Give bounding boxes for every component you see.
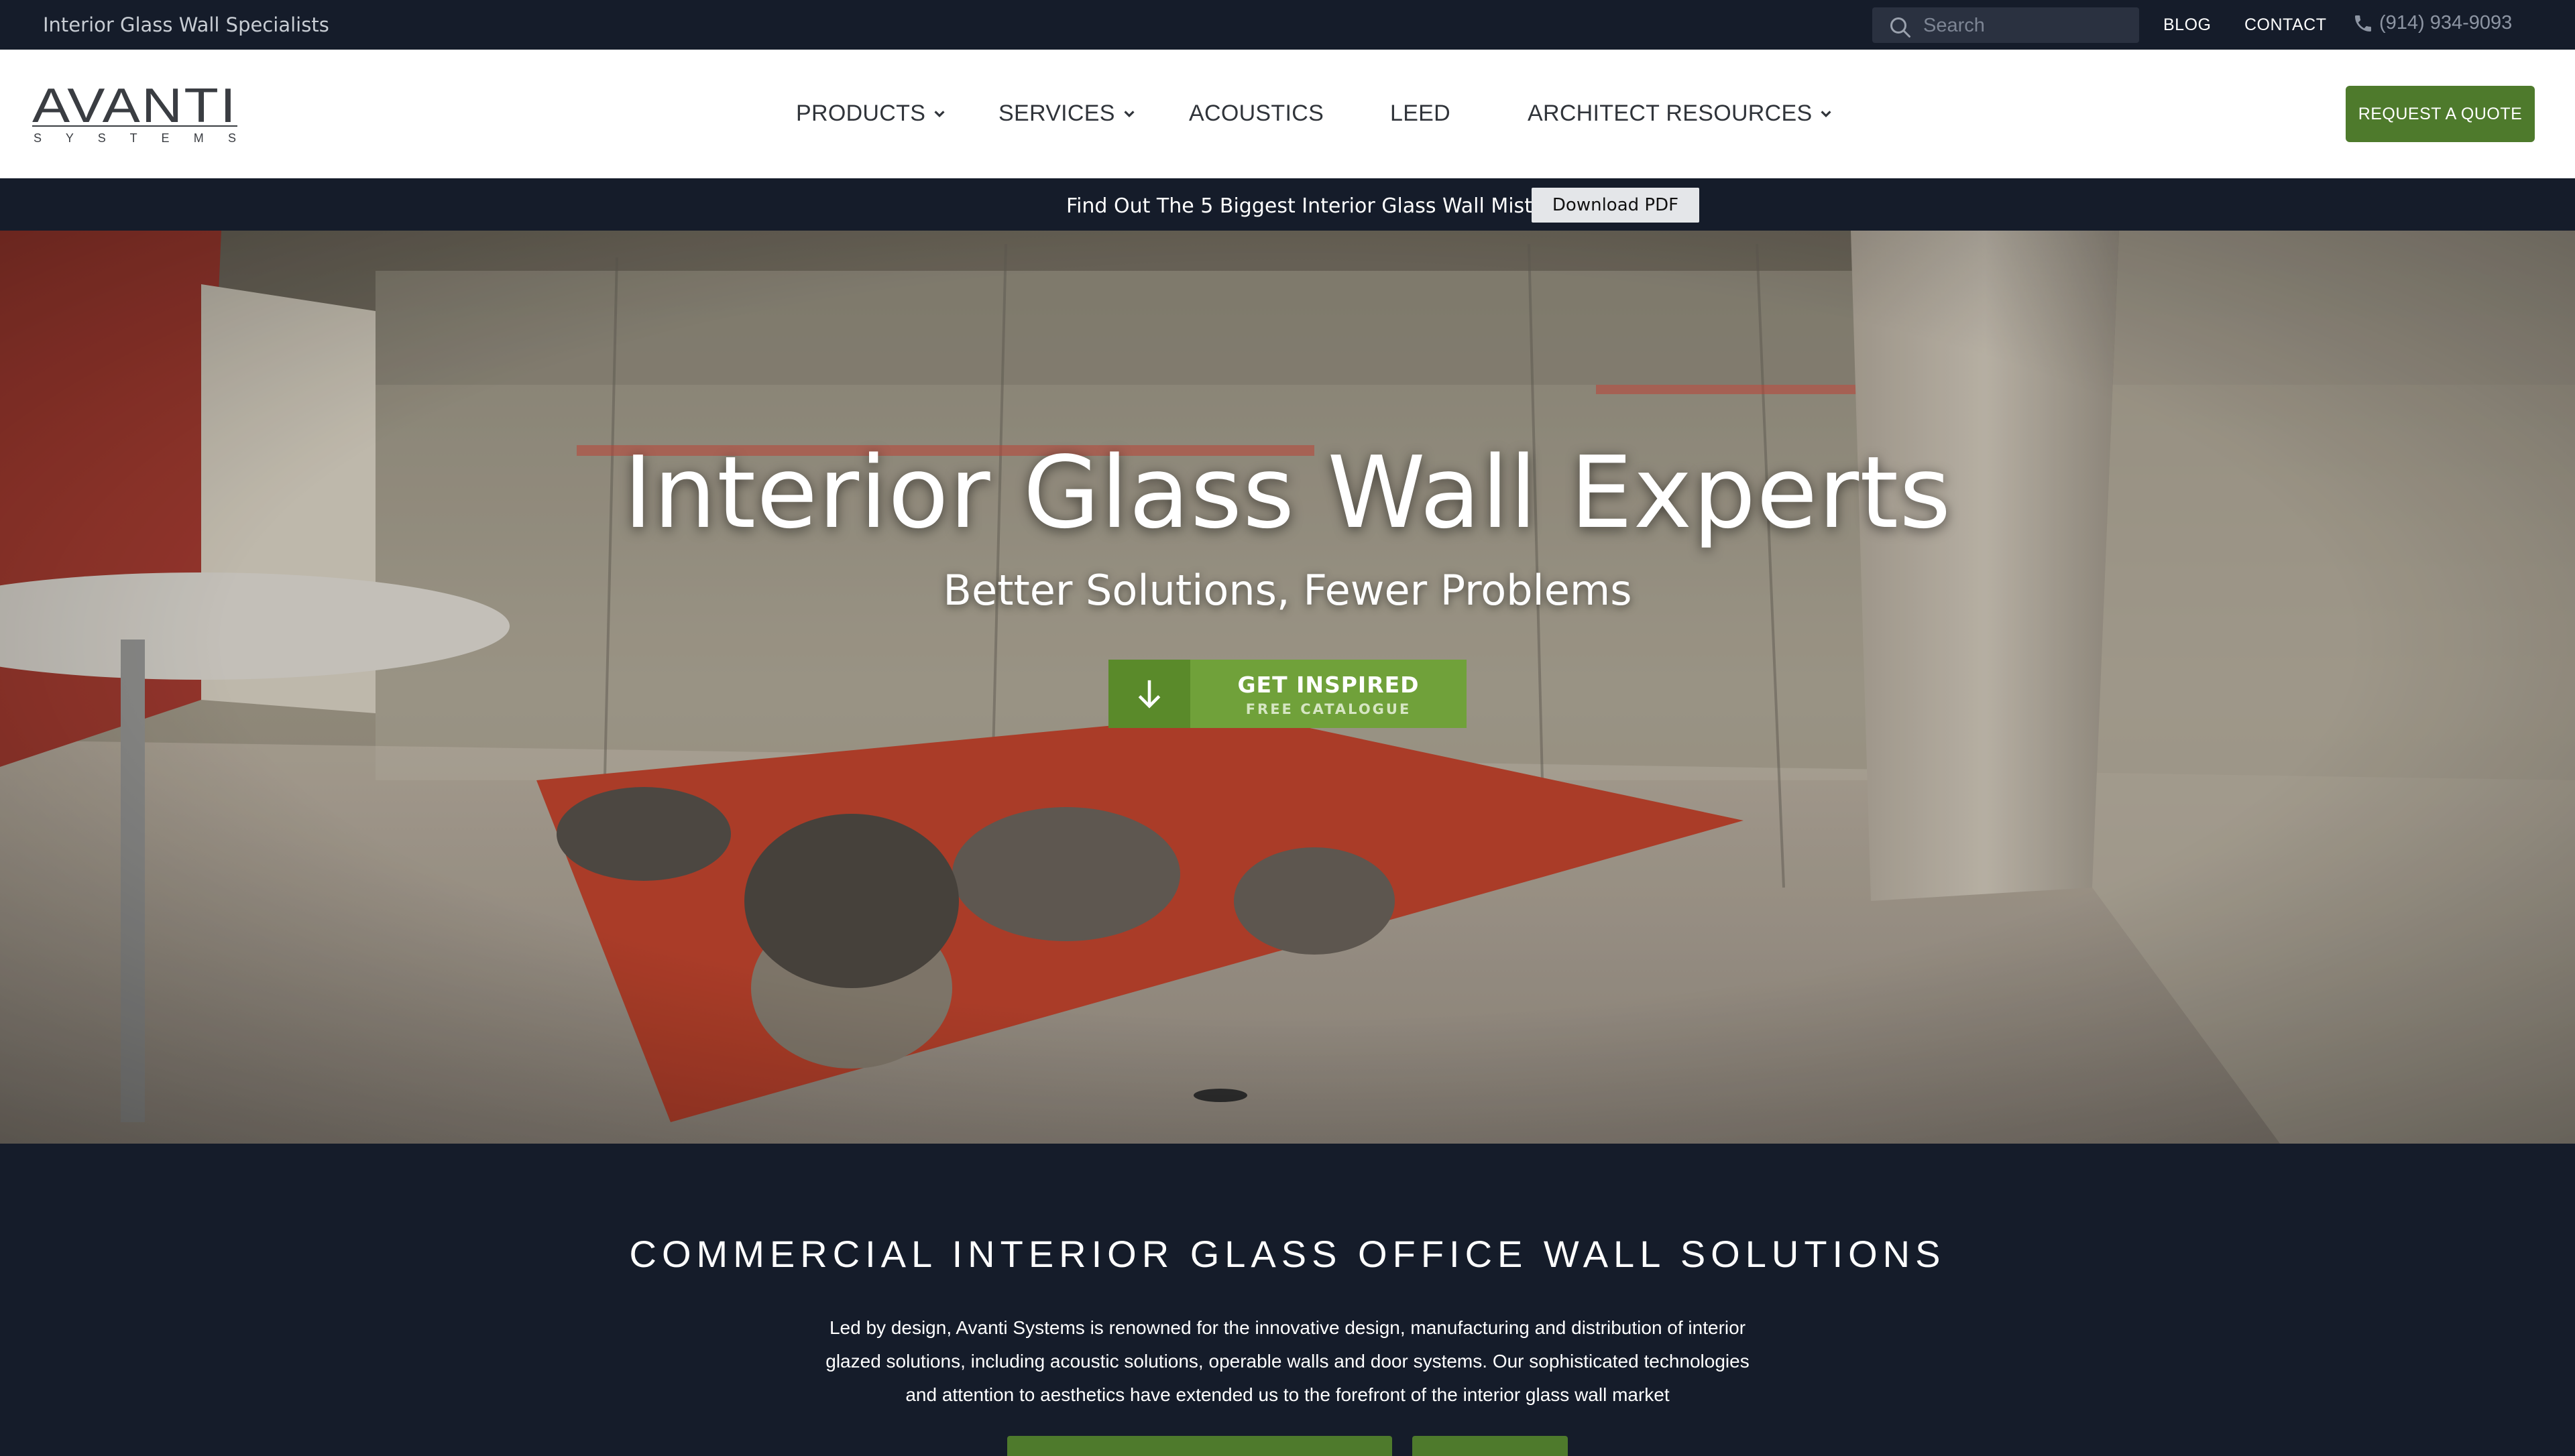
site-tagline: Interior Glass Wall Specialists — [43, 13, 329, 36]
search-input[interactable] — [1923, 13, 2124, 38]
nav-services[interactable]: SERVICES — [998, 101, 1137, 127]
get-inspired-button[interactable]: GET INSPIRED FREE CATALOGUE — [1108, 660, 1467, 728]
nav-architect-resources[interactable]: ARCHITECT RESOURCES — [1528, 101, 1833, 127]
download-pdf-button[interactable]: Download PDF — [1532, 188, 1699, 223]
solutions-button-3[interactable] — [1412, 1436, 1568, 1456]
nav-products[interactable]: PRODUCTS — [796, 101, 947, 127]
request-quote-button[interactable]: REQUEST A QUOTE — [2346, 86, 2535, 142]
chevron-down-icon — [934, 110, 945, 117]
solutions-button-2[interactable] — [1184, 1436, 1392, 1456]
nav-products-label: PRODUCTS — [796, 101, 926, 126]
phone-link[interactable]: (914) 934-9093 — [2352, 12, 2512, 34]
solutions-description: Led by design, Avanti Systems is renowne… — [825, 1317, 1750, 1405]
solutions-button-1[interactable] — [1007, 1436, 1210, 1456]
avanti-logo[interactable]: AVANTI S Y S T E M S — [32, 79, 240, 145]
solutions-heading: COMMERCIAL INTERIOR GLASS OFFICE WALL SO… — [629, 1233, 1946, 1275]
nav-architect-label: ARCHITECT RESOURCES — [1528, 101, 1813, 126]
nav-services-label: SERVICES — [998, 101, 1115, 126]
svg-text:S Y S T E M S: S Y S T E M S — [34, 131, 236, 145]
chevron-down-icon — [1124, 110, 1135, 117]
hero-section: Interior Glass Wall Experts Better Solut… — [0, 231, 2575, 1144]
hero-subtitle: Better Solutions, Fewer Problems — [943, 566, 1632, 615]
top-utility-bar: Interior Glass Wall Specialists BLOG CON… — [0, 0, 2575, 50]
search-box[interactable] — [1872, 7, 2139, 43]
nav-acoustics[interactable]: ACOUSTICS — [1189, 101, 1324, 127]
search-icon — [1890, 17, 1910, 38]
main-navigation: AVANTI S Y S T E M S PRODUCTS SERVICES A… — [0, 50, 2575, 178]
blog-link[interactable]: BLOG — [2163, 15, 2211, 35]
announcement-bar: Find Out The 5 Biggest Interior Glass Wa… — [0, 178, 2575, 231]
cta-sub-label: FREE CATALOGUE — [1245, 701, 1412, 717]
chevron-down-icon — [1821, 110, 1832, 117]
solutions-section: COMMERCIAL INTERIOR GLASS OFFICE WALL SO… — [0, 1144, 2575, 1456]
arrow-down-icon — [1108, 660, 1190, 728]
phone-icon — [2355, 15, 2371, 32]
announcement-text: Find Out The 5 Biggest Interior Glass Wa… — [1066, 194, 1579, 218]
cta-main-label: GET INSPIRED — [1237, 672, 1420, 698]
contact-link[interactable]: CONTACT — [2244, 15, 2326, 35]
phone-number: (914) 934-9093 — [2379, 12, 2513, 34]
nav-leed[interactable]: LEED — [1390, 101, 1450, 127]
hero-title: Interior Glass Wall Experts — [623, 435, 1952, 550]
